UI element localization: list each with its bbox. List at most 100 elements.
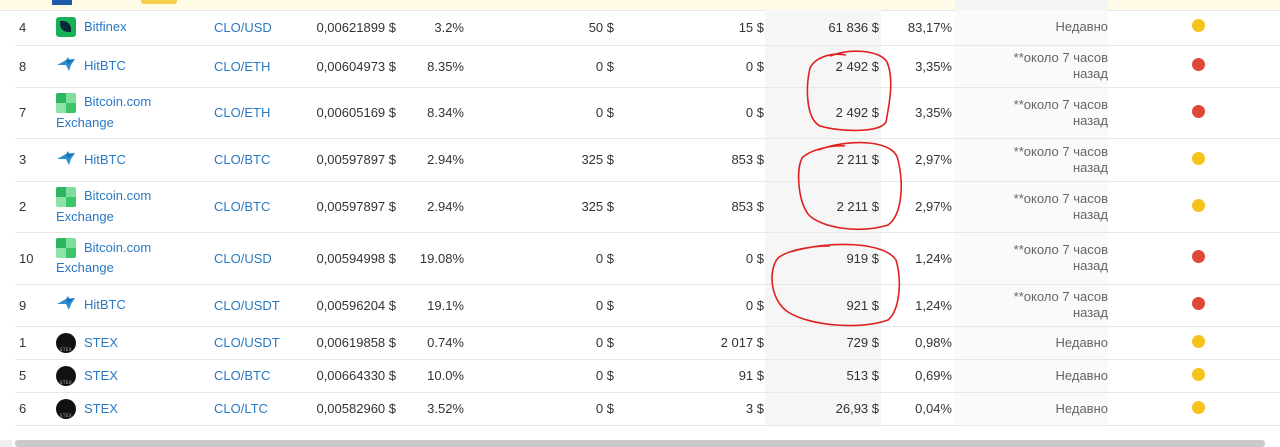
depth-minus-cell: 0 $ <box>464 87 614 139</box>
exchange-link-line2[interactable]: Exchange <box>56 115 114 130</box>
exchange-link[interactable]: HitBTC <box>84 56 126 76</box>
updated-text-line2: назад <box>1072 159 1108 175</box>
depth-plus-cell: 0 $ <box>614 87 764 139</box>
exchange-cell: STEX <box>56 359 214 393</box>
volume-cell: 26,93 $ <box>764 392 887 426</box>
status-dot-icon <box>1192 334 1205 348</box>
bitcoincom-logo-icon <box>56 186 76 207</box>
volume-cell: 513 $ <box>764 359 887 393</box>
price-cell: 0,00604973 $ <box>299 45 404 88</box>
price-cell: 0,00597897 $ <box>299 181 404 233</box>
rank-cell: 8 <box>15 45 56 88</box>
rank-cell: 7 <box>15 87 56 139</box>
updated-cell: **около 7 часов назад <box>952 232 1116 285</box>
depth-minus-cell: 0 $ <box>464 392 614 426</box>
table-row: 4 Bitfinex CLO/USD 0,00621899 $3.2% 50 $15 $… <box>15 10 1280 46</box>
exchange-link[interactable]: Bitcoin.com <box>84 240 151 255</box>
pair-cell: CLO/ETH <box>214 87 299 139</box>
exchange-link[interactable]: HitBTC <box>84 150 126 170</box>
exchange-link[interactable]: STEX <box>84 366 118 386</box>
pair-cell: CLO/USD <box>214 10 299 46</box>
updated-text: **около 7 часов <box>1013 289 1108 304</box>
pair-link[interactable]: CLO/USDT <box>214 335 280 350</box>
exchange-cell: Bitcoin.com Exchange <box>56 181 214 233</box>
previous-row-badge-fragment <box>141 0 177 4</box>
exchange-link[interactable]: Bitfinex <box>84 17 127 37</box>
pair-link[interactable]: CLO/BTC <box>214 368 270 383</box>
price-cell: 0,00664330 $ <box>299 359 404 393</box>
exchange-link-line2[interactable]: Exchange <box>56 260 114 275</box>
pair-link[interactable]: CLO/USD <box>214 251 272 266</box>
exchange-link[interactable]: HitBTC <box>84 295 126 315</box>
pair-link[interactable]: CLO/BTC <box>214 199 270 214</box>
change-cell: 2.94% <box>404 181 464 233</box>
hitbtc-logo-icon <box>56 295 76 315</box>
pair-cell: CLO/ETH <box>214 45 299 88</box>
pair-link[interactable]: CLO/USDT <box>214 298 280 313</box>
bitfinex-logo-icon <box>56 17 76 38</box>
table-row: 9 HitBTC CLO/USDT 0,00596204 $19.1% 0 $0 $92… <box>15 284 1280 327</box>
change-cell: 19.1% <box>404 284 464 327</box>
updated-text: Недавно <box>1055 367 1108 383</box>
status-cell <box>1116 392 1280 426</box>
pair-link[interactable]: CLO/ETH <box>214 105 270 120</box>
updated-text: **около 7 часов <box>1013 50 1108 65</box>
status-cell <box>1116 232 1280 285</box>
depth-minus-cell: 50 $ <box>464 10 614 46</box>
pair-cell: CLO/USDT <box>214 326 299 360</box>
change-cell: 3.52% <box>404 392 464 426</box>
updated-text-line2: назад <box>1072 206 1108 222</box>
status-cell <box>1116 359 1280 393</box>
pair-link[interactable]: CLO/BTC <box>214 152 270 167</box>
stex-logo-icon <box>56 332 76 360</box>
rank-cell: 9 <box>15 284 56 327</box>
depth-minus-cell: 325 $ <box>464 181 614 233</box>
pair-link[interactable]: CLO/LTC <box>214 401 268 416</box>
change-cell: 8.35% <box>404 45 464 88</box>
change-cell: 2.94% <box>404 138 464 182</box>
table-row: 10 Bitcoin.com Exchange CLO/USD 0,00594998 $… <box>15 232 1280 285</box>
change-cell: 3.2% <box>404 10 464 46</box>
exchange-link[interactable]: Bitcoin.com <box>84 94 151 109</box>
updated-cell: **около 7 часов назад <box>952 181 1116 233</box>
status-dot-icon <box>1192 400 1205 414</box>
exchange-link[interactable]: STEX <box>84 333 118 353</box>
status-cell <box>1116 181 1280 233</box>
updated-cell: Недавно <box>952 10 1116 46</box>
exchange-link-line2[interactable]: Exchange <box>56 209 114 224</box>
volume-cell: 2 492 $ <box>764 45 887 88</box>
depth-minus-cell: 0 $ <box>464 45 614 88</box>
table-row: 6 STEX CLO/LTC 0,00582960 $3.52%0 $3 $26,93… <box>15 392 1280 426</box>
status-dot-icon <box>1192 250 1205 263</box>
previous-row-shade <box>955 0 1108 10</box>
updated-cell: **около 7 часов назад <box>952 138 1116 182</box>
price-cell: 0,00596204 $ <box>299 284 404 327</box>
depth-plus-cell: 0 $ <box>614 232 764 285</box>
exchange-cell: HitBTC <box>56 45 214 88</box>
pair-cell: CLO/USDT <box>214 284 299 327</box>
exchange-cell: Bitcoin.com Exchange <box>56 87 214 139</box>
exchange-link[interactable]: Bitcoin.com <box>84 188 151 203</box>
volume-cell: 921 $ <box>764 284 887 327</box>
exchange-cell: Bitcoin.com Exchange <box>56 232 214 285</box>
horizontal-scrollbar[interactable] <box>15 440 1265 447</box>
volume-percent-cell: 0,69% <box>887 359 952 393</box>
pair-link[interactable]: CLO/ETH <box>214 59 270 74</box>
updated-text: Недавно <box>1055 19 1108 35</box>
rank-cell: 1 <box>15 326 56 360</box>
updated-cell: Недавно <box>952 392 1116 426</box>
volume-percent-cell: 0,04% <box>887 392 952 426</box>
table-row: 7 Bitcoin.com Exchange CLO/ETH 0,00605169 $8… <box>15 87 1280 139</box>
stex-logo-icon <box>56 365 76 393</box>
status-dot-icon <box>1192 58 1205 71</box>
rank-cell: 4 <box>15 10 56 46</box>
pair-link[interactable]: CLO/USD <box>214 20 272 35</box>
change-cell: 8.34% <box>404 87 464 139</box>
updated-cell: Недавно <box>952 359 1116 393</box>
depth-minus-cell: 325 $ <box>464 138 614 182</box>
updated-text-line2: назад <box>1072 305 1108 320</box>
exchange-link[interactable]: STEX <box>84 399 118 419</box>
change-cell: 0.74% <box>404 326 464 360</box>
bitcoincom-logo-icon <box>56 92 76 113</box>
volume-percent-cell: 1,24% <box>887 284 952 327</box>
